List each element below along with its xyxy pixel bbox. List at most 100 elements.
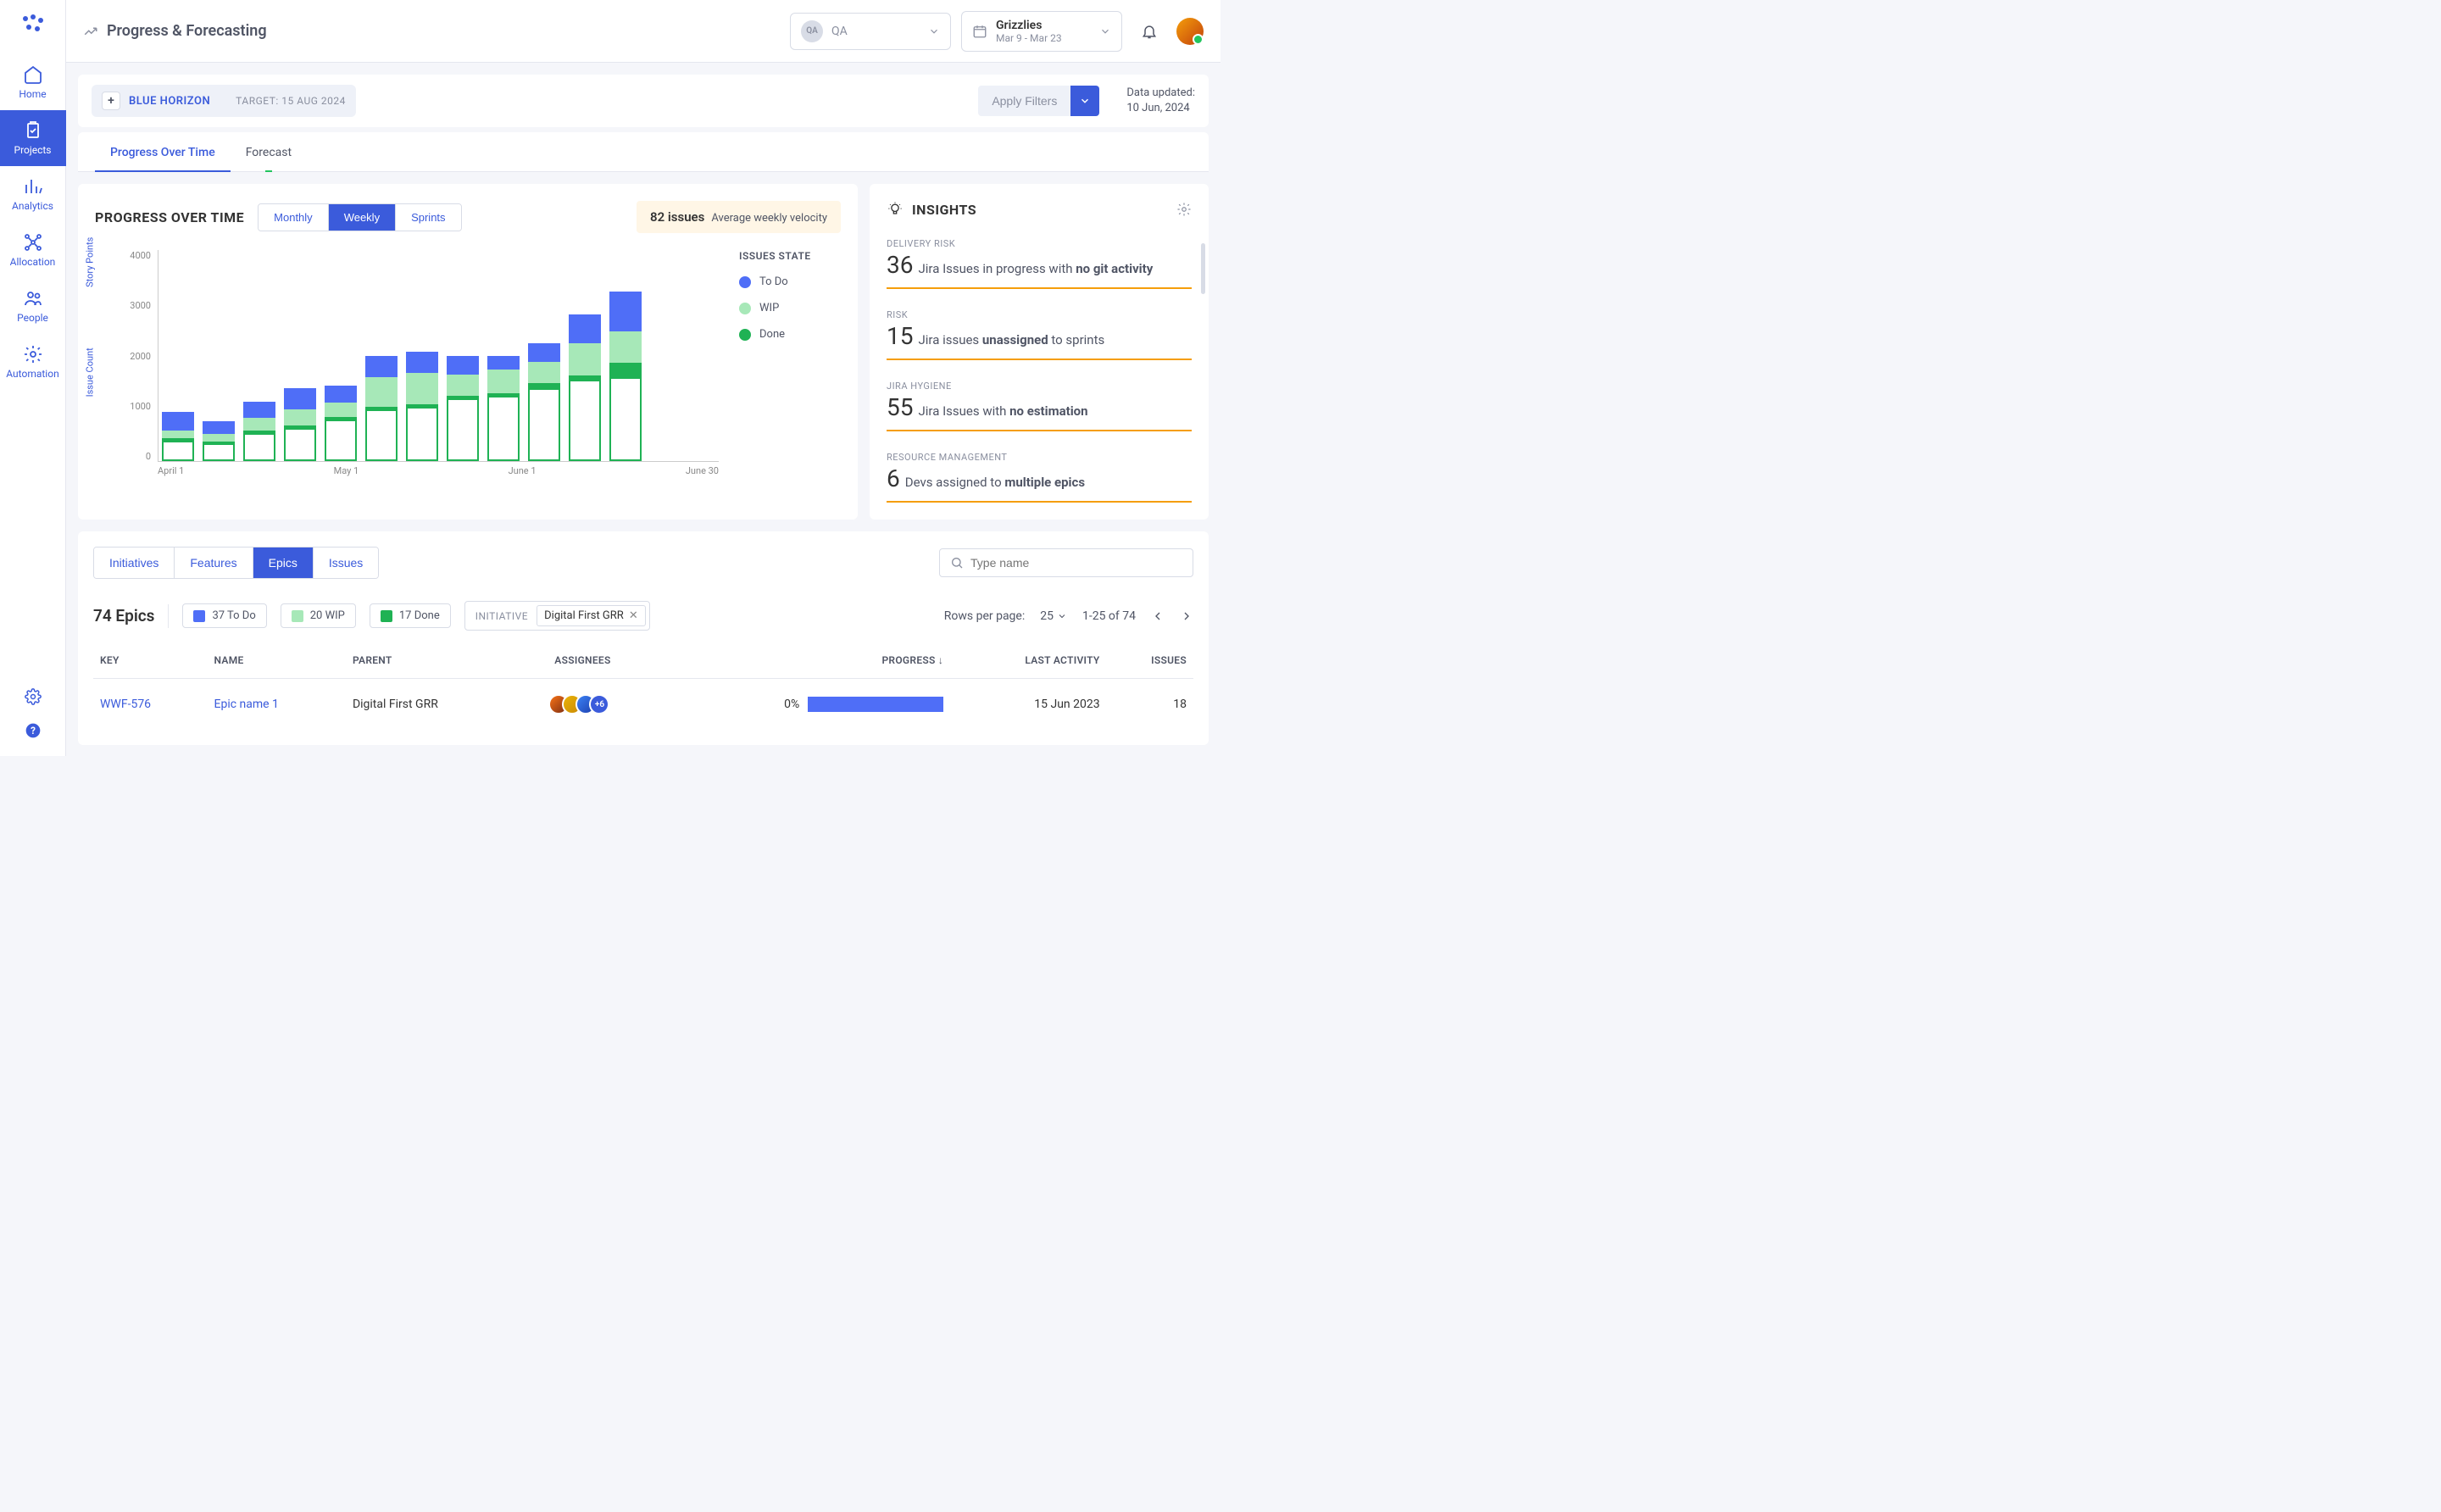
tab-features[interactable]: Features xyxy=(174,548,252,578)
project-name: BLUE HORIZON xyxy=(129,95,210,108)
chevron-down-icon xyxy=(1099,25,1111,37)
chart-panel: PROGRESS OVER TIME Monthly Weekly Sprint… xyxy=(78,184,858,520)
bar-column xyxy=(284,388,316,461)
seg-weekly[interactable]: Weekly xyxy=(328,204,395,231)
settings-icon[interactable] xyxy=(25,688,42,705)
target-date: TARGET: 15 AUG 2024 xyxy=(236,95,346,107)
col-name[interactable]: NAME xyxy=(208,642,346,679)
nav-label: Home xyxy=(19,88,46,100)
bar-column xyxy=(406,352,438,461)
nav-label: Analytics xyxy=(12,200,53,212)
bar-column xyxy=(203,421,235,462)
chevron-down-icon xyxy=(928,25,940,37)
team-name: Grizzlies xyxy=(996,19,1062,32)
progress-value: 0% xyxy=(784,698,799,711)
bar-plot xyxy=(158,250,719,462)
tab-progress[interactable]: Progress Over Time xyxy=(95,132,231,171)
chart-title: PROGRESS OVER TIME xyxy=(95,209,244,225)
col-progress[interactable]: PROGRESS ↓ xyxy=(644,642,950,679)
nav-label: Automation xyxy=(6,368,58,380)
insights-panel: INSIGHTS DELIVERY RISK36Jira Issues in p… xyxy=(870,184,1209,520)
velocity-callout: 82 issues Average weekly velocity xyxy=(637,201,841,233)
qa-label: QA xyxy=(831,25,848,38)
network-icon xyxy=(23,232,43,253)
page-next[interactable] xyxy=(1180,609,1193,623)
chevron-down-icon xyxy=(1079,95,1091,107)
insight-item[interactable]: RISK15Jira issues unassigned to sprints xyxy=(887,309,1192,360)
user-avatar[interactable] xyxy=(1176,18,1204,45)
initiative-filter: INITIATIVE Digital First GRR ✕ xyxy=(464,601,650,631)
chart-legend: ISSUES STATE To Do WIP Done xyxy=(739,250,841,487)
add-filter-button[interactable]: + xyxy=(102,92,120,110)
bar-column xyxy=(365,356,398,461)
table-row[interactable]: WWF-576 Epic name 1 Digital First GRR +6 xyxy=(93,679,1193,731)
page-range: 1-25 of 74 xyxy=(1082,609,1136,623)
legend-item[interactable]: WIP xyxy=(739,302,841,314)
insight-item[interactable]: JIRA HYGIENE55Jira Issues with no estima… xyxy=(887,381,1192,431)
qa-dropdown[interactable]: QA QA xyxy=(790,13,951,50)
filter-done[interactable]: 17 Done xyxy=(370,603,451,628)
nav-allocation[interactable]: Allocation xyxy=(0,222,66,278)
close-icon[interactable]: ✕ xyxy=(629,609,638,622)
project-filter-chip: + BLUE HORIZON TARGET: 15 AUG 2024 xyxy=(92,85,356,117)
bar-column xyxy=(325,386,357,461)
search-input[interactable] xyxy=(970,556,1182,570)
col-assignees[interactable]: ASSIGNEES xyxy=(521,642,645,679)
page-prev[interactable] xyxy=(1151,609,1165,623)
team-dropdown[interactable]: Grizzlies Mar 9 - Mar 23 xyxy=(961,11,1122,52)
insight-item[interactable]: RESOURCE MANAGEMENT6Devs assigned to mul… xyxy=(887,452,1192,503)
bell-icon[interactable] xyxy=(1141,23,1158,40)
search-box[interactable] xyxy=(939,548,1193,577)
tab-forecast[interactable]: Forecast xyxy=(231,132,307,171)
insights-title: INSIGHTS xyxy=(912,202,976,218)
tab-issues[interactable]: Issues xyxy=(313,548,378,578)
bar-column xyxy=(447,356,479,461)
nav-automation[interactable]: Automation xyxy=(0,334,66,390)
filter-bar: + BLUE HORIZON TARGET: 15 AUG 2024 Apply… xyxy=(78,75,1209,127)
legend-item[interactable]: Done xyxy=(739,328,841,341)
nav-home[interactable]: Home xyxy=(0,54,66,110)
filter-todo[interactable]: 37 To Do xyxy=(182,603,266,628)
nav-analytics[interactable]: Analytics xyxy=(0,166,66,222)
scrollbar-thumb[interactable] xyxy=(1201,243,1205,294)
rows-per-page-select[interactable]: 25 xyxy=(1040,609,1067,623)
bar-column xyxy=(162,412,194,461)
main-tabs: Progress Over Time Forecast xyxy=(78,132,1209,172)
apply-filters-dropdown[interactable] xyxy=(1070,86,1099,116)
qa-badge: QA xyxy=(801,20,823,42)
y-axis-label-bottom: Issue Count xyxy=(85,347,96,397)
epics-count: 74 Epics xyxy=(93,606,154,625)
insight-item[interactable]: DELIVERY RISK36Jira Issues in progress w… xyxy=(887,238,1192,289)
chart-area: Story Points Issue Count 400030002000100… xyxy=(95,250,719,487)
apply-filters-button[interactable]: Apply Filters xyxy=(978,86,1070,116)
col-parent[interactable]: PARENT xyxy=(346,642,521,679)
gear-icon[interactable] xyxy=(1176,202,1192,217)
clipboard-icon xyxy=(23,120,43,141)
team-range: Mar 9 - Mar 23 xyxy=(996,32,1062,44)
nav-label: Allocation xyxy=(10,256,56,268)
epic-name-link[interactable]: Epic name 1 xyxy=(214,698,279,711)
help-icon[interactable]: ? xyxy=(25,722,42,739)
chart-icon xyxy=(23,176,43,197)
legend-title: ISSUES STATE xyxy=(739,250,841,262)
tab-epics[interactable]: Epics xyxy=(253,548,313,578)
assignees-stack[interactable]: +6 xyxy=(528,694,638,714)
nav-projects[interactable]: Projects xyxy=(0,110,66,166)
tab-initiatives[interactable]: Initiatives xyxy=(94,548,174,578)
col-last[interactable]: LAST ACTIVITY xyxy=(950,642,1106,679)
filter-wip[interactable]: 20 WIP xyxy=(281,603,356,628)
issue-key-link[interactable]: WWF-576 xyxy=(100,698,151,711)
legend-item[interactable]: To Do xyxy=(739,275,841,288)
seg-sprints[interactable]: Sprints xyxy=(395,204,460,231)
x-ticks: April 1May 1June 1June 30 xyxy=(158,465,719,476)
bar-column xyxy=(569,314,601,461)
forecast-indicator xyxy=(265,170,272,172)
sidebar: Home Projects Analytics Allocation Peopl… xyxy=(0,0,66,756)
item-type-tabs: Initiatives Features Epics Issues xyxy=(93,547,379,579)
nav-people[interactable]: People xyxy=(0,278,66,334)
col-key[interactable]: KEY xyxy=(93,642,208,679)
initiative-tag[interactable]: Digital First GRR ✕ xyxy=(537,605,646,626)
svg-text:?: ? xyxy=(31,725,36,737)
seg-monthly[interactable]: Monthly xyxy=(259,204,328,231)
col-issues[interactable]: ISSUES xyxy=(1107,642,1193,679)
